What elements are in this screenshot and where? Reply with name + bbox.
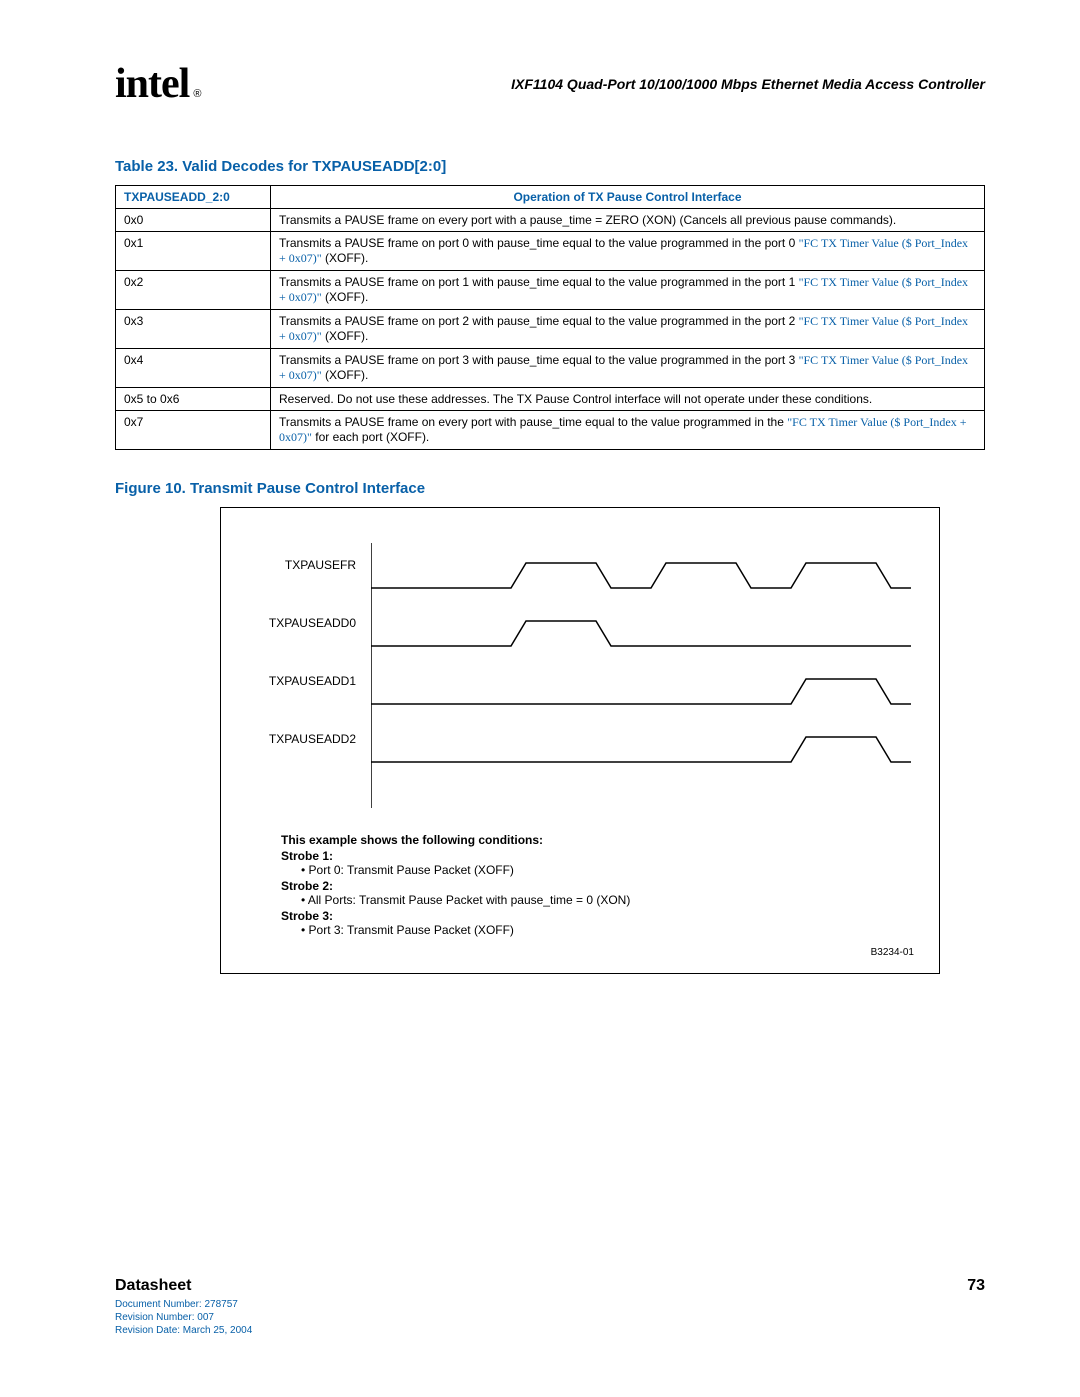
strobe-bullet: • Port 3: Transmit Pause Packet (XOFF): [301, 923, 914, 937]
cell-addr: 0x7: [116, 411, 271, 450]
cell-addr: 0x5 to 0x6: [116, 388, 271, 411]
logo-text: intel: [115, 60, 189, 108]
registered-mark: ®: [193, 88, 201, 100]
cell-addr: 0x0: [116, 209, 271, 232]
cell-addr: 0x3: [116, 310, 271, 349]
datasheet-label: Datasheet: [115, 1277, 191, 1295]
table-row: 0x4Transmits a PAUSE frame on port 3 wit…: [116, 349, 985, 388]
strobe-label: Strobe 3:: [281, 909, 914, 923]
cell-desc: Transmits a PAUSE frame on port 2 with p…: [271, 310, 985, 349]
page-header: intel ® IXF1104 Quad-Port 10/100/1000 Mbp…: [115, 60, 985, 108]
cell-desc: Reserved. Do not use these addresses. Th…: [271, 388, 985, 411]
doc-number: Document Number: 278757: [115, 1298, 985, 1311]
waveform-svg: [371, 538, 911, 818]
page-number: 73: [967, 1277, 985, 1295]
revision-date: Revision Date: March 25, 2004: [115, 1324, 985, 1337]
strobe-label: Strobe 1:: [281, 849, 914, 863]
cell-desc: Transmits a PAUSE frame on every port wi…: [271, 411, 985, 450]
table-row: 0x7Transmits a PAUSE frame on every port…: [116, 411, 985, 450]
cell-addr: 0x4: [116, 349, 271, 388]
signal-label: TXPAUSEADD2: [241, 732, 371, 757]
strobe-label: Strobe 2:: [281, 879, 914, 893]
cell-addr: 0x2: [116, 271, 271, 310]
cell-desc: Transmits a PAUSE frame on port 3 with p…: [271, 349, 985, 388]
signal-label: TXPAUSEADD0: [241, 616, 371, 641]
cell-addr: 0x1: [116, 232, 271, 271]
col-header-addr: TXPAUSEADD_2:0: [116, 186, 271, 209]
timing-diagram: TXPAUSEFR TXPAUSEADD0 TXPAUSEADD1 TXPAUSEAD…: [241, 538, 914, 823]
cell-desc: Transmits a PAUSE frame on port 0 with p…: [271, 232, 985, 271]
table-caption: Table 23. Valid Decodes for TXPAUSEADD[2…: [115, 158, 985, 175]
cell-desc: Transmits a PAUSE frame on port 1 with p…: [271, 271, 985, 310]
signal-label: TXPAUSEFR: [241, 558, 371, 583]
col-header-operation: Operation of TX Pause Control Interface: [271, 186, 985, 209]
decodes-table: TXPAUSEADD_2:0 Operation of TX Pause Con…: [115, 185, 985, 450]
document-title: IXF1104 Quad-Port 10/100/1000 Mbps Ether…: [511, 76, 985, 92]
revision-number: Revision Number: 007: [115, 1311, 985, 1324]
signal-label: TXPAUSEADD1: [241, 674, 371, 699]
strobe-bullet: • All Ports: Transmit Pause Packet with …: [301, 893, 914, 907]
conditions-heading: This example shows the following conditi…: [281, 833, 914, 847]
figure-box: TXPAUSEFR TXPAUSEADD0 TXPAUSEADD1 TXPAUSEAD…: [220, 507, 940, 974]
intel-logo: intel ®: [115, 60, 201, 108]
figure-code: B3234-01: [241, 947, 914, 958]
strobe-bullet: • Port 0: Transmit Pause Packet (XOFF): [301, 863, 914, 877]
cell-desc: Transmits a PAUSE frame on every port wi…: [271, 209, 985, 232]
figure-caption: Figure 10. Transmit Pause Control Interf…: [115, 480, 985, 497]
table-row: 0x5 to 0x6Reserved. Do not use these add…: [116, 388, 985, 411]
page-footer: Datasheet 73 Document Number: 278757 Rev…: [115, 1277, 985, 1337]
table-row: 0x3Transmits a PAUSE frame on port 2 wit…: [116, 310, 985, 349]
table-row: 0x2Transmits a PAUSE frame on port 1 wit…: [116, 271, 985, 310]
table-row: 0x0Transmits a PAUSE frame on every port…: [116, 209, 985, 232]
table-row: 0x1Transmits a PAUSE frame on port 0 wit…: [116, 232, 985, 271]
figure-conditions: This example shows the following conditi…: [281, 833, 914, 937]
